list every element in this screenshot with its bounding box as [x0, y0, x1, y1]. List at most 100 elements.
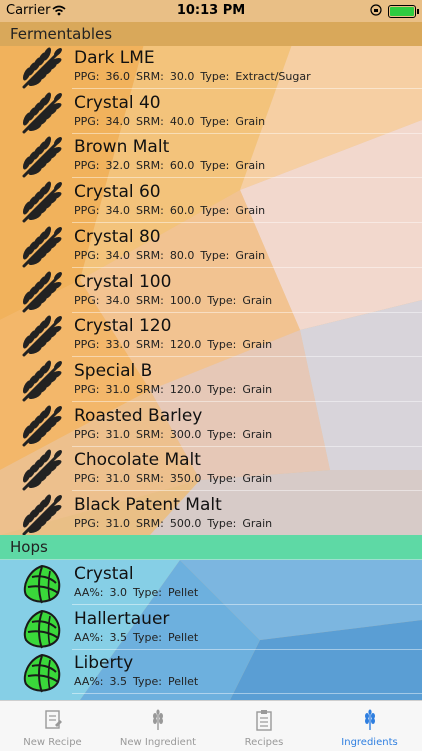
- ppg-value: 36.0: [105, 70, 131, 83]
- wheat-icon: [22, 494, 62, 536]
- type-label: Type:: [207, 472, 237, 486]
- fermentable-row[interactable]: Crystal 40 PPG: 34.0 SRM: 40.0 Type: Grain: [0, 89, 422, 134]
- ppg-value: 31.0: [105, 427, 131, 441]
- ppg-value: 34.0: [105, 204, 131, 218]
- ppg-label: PPG:: [74, 204, 100, 218]
- fermentable-row[interactable]: Roasted Barley PPG: 31.0 SRM: 300.0 Type: Grai…: [0, 402, 422, 447]
- srm-label: SRM:: [136, 204, 164, 218]
- wheat-icon: [153, 709, 163, 730]
- fermentable-row[interactable]: Crystal 120 PPG: 33.0 SRM: 120.0 Type: Grain: [0, 312, 422, 358]
- fermentable-row[interactable]: Chocolate Malt PPG: 31.0 SRM: 350.0 Type: Grai…: [0, 446, 422, 492]
- ppg-label: PPG:: [74, 70, 100, 83]
- row-separator: [72, 693, 422, 695]
- type-label: Type:: [207, 382, 237, 396]
- ingredient-details: AA%: 3.5 Type: Pellet: [74, 675, 204, 688]
- fermentable-row[interactable]: Brown Malt PPG: 32.0 SRM: 60.0 Type: Grain: [0, 133, 422, 179]
- type-label: Type:: [207, 427, 237, 441]
- ingredient-details: PPG: 31.0 SRM: 500.0 Type: Grain: [74, 517, 278, 530]
- ingredient-name: Crystal 60: [74, 182, 161, 203]
- ingredient-details: PPG: 33.0 SRM: 120.0 Type: Grain: [74, 338, 278, 351]
- type-label: Type:: [207, 338, 237, 352]
- tab-recipes[interactable]: Recipes: [211, 701, 317, 751]
- fermentable-row[interactable]: Crystal 100 PPG: 34.0 SRM: 100.0 Type: Grain: [0, 268, 422, 313]
- ingredient-details: PPG: 32.0 SRM: 60.0 Type: Grain: [74, 159, 271, 172]
- type-value: Grain: [242, 293, 273, 307]
- hop-cone-icon: [23, 564, 61, 604]
- srm-value: 40.0: [169, 114, 195, 128]
- type-label: Type:: [200, 114, 230, 128]
- clipboard-icon: [256, 710, 272, 731]
- type-value: Grain: [242, 472, 273, 486]
- tab-new-ingredient[interactable]: New Ingredient: [105, 701, 211, 751]
- fermentable-row[interactable]: Black Patent Malt PPG: 31.0 SRM: 500.0 Type: G…: [0, 491, 422, 536]
- fermentable-row[interactable]: Crystal 60 PPG: 34.0 SRM: 60.0 Type: Grain: [0, 178, 422, 224]
- battery-icon: [388, 5, 419, 18]
- fermentables-section-header: Fermentables: [0, 22, 422, 46]
- hop-row[interactable]: Hallertauer AA%: 3.5 Type: Pellet: [0, 605, 422, 650]
- ingredient-details: PPG: 34.0 SRM: 100.0 Type: Grain: [74, 294, 278, 307]
- orientation-lock-icon: [370, 4, 382, 16]
- srm-label: SRM:: [136, 70, 164, 83]
- ppg-label: PPG:: [74, 427, 100, 441]
- ingredient-details: PPG: 31.0 SRM: 120.0 Type: Grain: [74, 383, 278, 396]
- section-title: Hops: [10, 538, 48, 556]
- type-value: Pellet: [168, 630, 199, 644]
- srm-label: SRM:: [136, 427, 164, 441]
- wheat-icon: [22, 226, 62, 268]
- ppg-value: 32.0: [105, 159, 131, 173]
- alpha-acid-label: AA%:: [74, 630, 104, 644]
- srm-value: 120.0: [169, 382, 202, 396]
- tab-label: Recipes: [244, 737, 284, 748]
- wheat-icon: [22, 405, 62, 447]
- ppg-label: PPG:: [74, 338, 100, 352]
- type-label: Type:: [133, 586, 162, 599]
- srm-value: 120.0: [169, 338, 202, 352]
- hops-section-header: Hops: [0, 535, 422, 559]
- ingredient-name: Crystal: [74, 564, 134, 584]
- fermentable-row[interactable]: Crystal 80 PPG: 34.0 SRM: 80.0 Type: Grain: [0, 223, 422, 268]
- ingredient-name: Crystal 80: [74, 226, 161, 247]
- srm-label: SRM:: [136, 472, 164, 486]
- fermentable-row[interactable]: Special B PPG: 31.0 SRM: 120.0 Type: Grain: [0, 357, 422, 402]
- type-label: Type:: [207, 293, 237, 307]
- srm-value: 80.0: [169, 248, 195, 262]
- ppg-label: PPG:: [74, 114, 100, 128]
- srm-value: 30.0: [169, 70, 195, 83]
- ingredient-details: PPG: 31.0 SRM: 300.0 Type: Grain: [74, 428, 278, 441]
- ingredient-details: PPG: 34.0 SRM: 40.0 Type: Grain: [74, 115, 271, 128]
- type-label: Type:: [200, 204, 230, 218]
- new-recipe-icon: [44, 710, 62, 729]
- srm-label: SRM:: [136, 159, 164, 173]
- ingredient-name: Black Patent Malt: [74, 495, 222, 515]
- hop-cone-icon: [23, 654, 61, 693]
- ingredient-details: AA%: 3.0 Type: Pellet: [74, 586, 204, 599]
- type-value: Grain: [235, 204, 266, 218]
- srm-value: 100.0: [169, 293, 202, 307]
- hop-row[interactable]: Crystal AA%: 3.0 Type: Pellet: [0, 560, 422, 605]
- ingredient-details: PPG: 36.0 SRM: 30.0 Type: Extract/Sugar: [74, 70, 317, 83]
- ppg-label: PPG:: [74, 159, 100, 173]
- wheat-icon: [22, 47, 62, 89]
- tab-new-recipe[interactable]: New Recipe: [0, 701, 105, 751]
- ingredient-name: Dark LME: [74, 48, 155, 68]
- srm-value: 300.0: [169, 427, 202, 441]
- ppg-value: 34.0: [105, 114, 131, 128]
- srm-label: SRM:: [136, 293, 164, 307]
- alpha-acid-label: AA%:: [74, 586, 104, 599]
- alpha-acid-value: 3.5: [109, 675, 128, 689]
- ppg-label: PPG:: [74, 382, 100, 396]
- srm-value: 60.0: [169, 159, 195, 173]
- tab-ingredients[interactable]: Ingredients: [317, 701, 422, 751]
- srm-label: SRM:: [136, 382, 164, 396]
- ppg-label: PPG:: [74, 248, 100, 262]
- hop-row[interactable]: Liberty AA%: 3.5 Type: Pellet: [0, 649, 422, 695]
- ppg-value: 34.0: [105, 248, 131, 262]
- alpha-acid-label: AA%:: [74, 675, 104, 689]
- type-label: Type:: [200, 248, 230, 262]
- type-value: Grain: [242, 427, 273, 441]
- fermentable-row[interactable]: Dark LME PPG: 36.0 SRM: 30.0 Type: Extract/Sug…: [0, 44, 422, 89]
- ingredient-name: Brown Malt: [74, 137, 170, 158]
- srm-value: 500.0: [169, 517, 202, 530]
- wheat-icon: [22, 360, 62, 402]
- hop-cone-icon: [23, 609, 61, 649]
